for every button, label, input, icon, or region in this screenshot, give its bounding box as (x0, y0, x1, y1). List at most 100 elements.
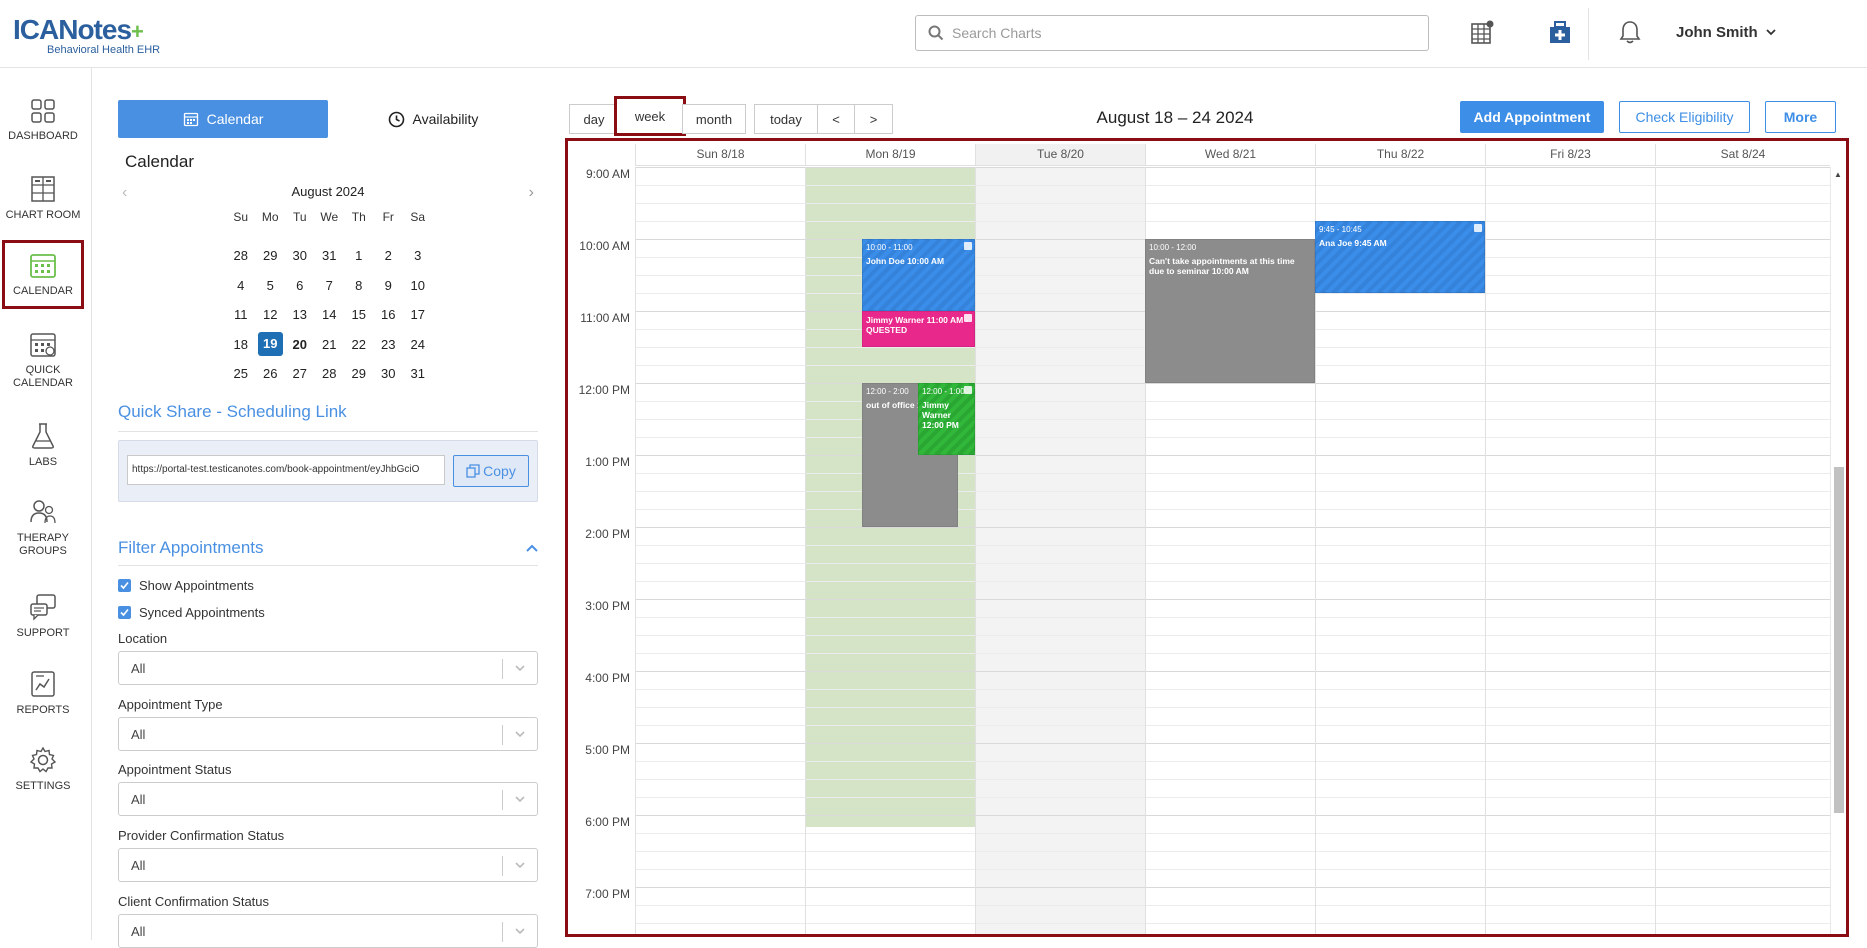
appointment-status-label: Appointment Status (118, 762, 232, 777)
mini-day[interactable]: 31 (315, 248, 345, 263)
mini-day[interactable]: 2 (374, 248, 404, 263)
mini-day[interactable]: 20 (285, 337, 315, 352)
calendar-scrollbar[interactable]: ▲ (1830, 167, 1846, 934)
mini-month-label: August 2024 (291, 184, 365, 199)
mini-day[interactable]: 14 (315, 307, 345, 322)
tab-availability[interactable]: Availability (328, 100, 538, 138)
mini-day[interactable]: 16 (374, 307, 404, 322)
mini-day[interactable]: 31 (403, 366, 433, 381)
mini-day[interactable]: 30 (285, 248, 315, 263)
mini-day[interactable]: 6 (285, 278, 315, 293)
nav-chart-room[interactable]: CHART ROOM (0, 175, 86, 222)
mini-day[interactable]: 10 (403, 278, 433, 293)
mini-day[interactable]: 15 (344, 307, 374, 322)
mini-day[interactable]: 3 (403, 248, 433, 263)
show-appointments-checkbox[interactable]: Show Appointments (118, 578, 254, 593)
user-menu[interactable]: John Smith (1676, 24, 1776, 41)
view-month-button[interactable]: month (682, 104, 746, 134)
checkbox-checked-icon[interactable] (118, 606, 131, 619)
mini-next-icon[interactable]: › (529, 184, 534, 202)
nav-quick-calendar[interactable]: QUICK CALENDAR (0, 330, 86, 390)
mini-day[interactable]: 21 (315, 337, 345, 352)
mini-day[interactable]: 27 (285, 366, 315, 381)
mini-prev-icon[interactable]: ‹ (122, 184, 127, 202)
mini-day[interactable]: 25 (226, 366, 256, 381)
day-header-thu[interactable]: Thu 8/22 (1315, 144, 1485, 166)
appointment-jimmy-warner[interactable]: 12:00 - 1:00 Jimmy Warner 12:00 PM (918, 383, 975, 455)
event-seminar-block[interactable]: 10:00 - 12:00 Can't take appointments at… (1145, 239, 1315, 383)
appointment-ana-joe[interactable]: 9:45 - 10:45 Ana Joe 9:45 AM (1315, 221, 1485, 293)
mini-day[interactable]: 8 (344, 278, 374, 293)
mini-day[interactable]: 29 (344, 366, 374, 381)
mini-day[interactable]: 17 (403, 307, 433, 322)
synced-appointments-checkbox[interactable]: Synced Appointments (118, 605, 265, 620)
view-day-button[interactable]: day (569, 104, 619, 134)
scroll-up-icon[interactable]: ▲ (1834, 170, 1842, 179)
scrollbar-thumb[interactable] (1834, 467, 1844, 813)
mini-day[interactable]: 30 (374, 366, 404, 381)
bell-icon[interactable] (1616, 18, 1644, 46)
add-appointment-button[interactable]: Add Appointment (1460, 101, 1604, 133)
week-grid-body[interactable]: 9:00 AM 10:00 AM 11:00 AM 12:00 PM 1:00 … (568, 167, 1830, 934)
location-select[interactable]: All (118, 651, 538, 685)
share-link-field[interactable]: https://portal-test.testicanotes.com/boo… (127, 455, 445, 485)
chart-room-alert-icon[interactable] (1468, 18, 1496, 46)
nav-dashboard[interactable]: DASHBOARD (0, 98, 86, 143)
today-button[interactable]: today (754, 104, 818, 134)
filter-appointments-header[interactable]: Filter Appointments (118, 538, 538, 558)
day-header-sat[interactable]: Sat 8/24 (1655, 144, 1830, 166)
nav-support[interactable]: SUPPORT (0, 593, 86, 640)
mini-day[interactable]: 5 (256, 278, 286, 293)
mini-day[interactable]: 18 (226, 337, 256, 352)
appointment-type-select[interactable]: All (118, 717, 538, 751)
tab-calendar[interactable]: Calendar (118, 100, 328, 138)
medical-kit-icon[interactable] (1546, 18, 1574, 46)
chevron-up-icon[interactable] (526, 544, 538, 552)
mini-dow: Fr (382, 210, 394, 224)
mini-day[interactable]: 12 (256, 307, 286, 322)
day-header-fri[interactable]: Fri 8/23 (1485, 144, 1655, 166)
appointment-jimmy-warner-requested[interactable]: Jimmy Warner 11:00 AM - QUESTED (862, 311, 975, 347)
mini-day[interactable]: 28 (226, 248, 256, 263)
copy-button[interactable]: Copy (453, 455, 529, 487)
mini-day-today[interactable]: 19 (257, 332, 283, 357)
logo[interactable]: ICANotes+ Behavioral Health EHR (13, 16, 160, 57)
nav-label: QUICK CALENDAR (13, 364, 73, 389)
appointment-john-doe[interactable]: 10:00 - 11:00 John Doe 10:00 AM (862, 239, 975, 311)
mini-day[interactable]: 29 (256, 248, 286, 263)
mini-day[interactable]: 26 (256, 366, 286, 381)
slot-line (635, 437, 1830, 438)
nav-labs[interactable]: LABS (0, 422, 86, 469)
nav-settings[interactable]: SETTINGS (0, 746, 86, 793)
next-week-button[interactable]: > (854, 104, 893, 134)
mini-day[interactable]: 22 (344, 337, 374, 352)
day-header-mon[interactable]: Mon 8/19 (805, 144, 975, 166)
day-header-tue[interactable]: Tue 8/20 (975, 144, 1145, 166)
mini-day[interactable]: 11 (226, 307, 256, 322)
prev-week-button[interactable]: < (817, 104, 855, 134)
search-input[interactable] (952, 25, 1392, 41)
view-week-button[interactable]: week (614, 96, 686, 136)
check-eligibility-button[interactable]: Check Eligibility (1619, 101, 1750, 133)
mini-day[interactable]: 7 (315, 278, 345, 293)
mini-day[interactable]: 4 (226, 278, 256, 293)
nav-therapy-groups[interactable]: THERAPY GROUPS (0, 498, 86, 558)
provider-confirmation-select[interactable]: All (118, 848, 538, 882)
mini-day[interactable]: 24 (403, 337, 433, 352)
client-confirmation-select[interactable]: All (118, 914, 538, 948)
calendar-heading: Calendar (125, 152, 194, 171)
checkbox-checked-icon[interactable] (118, 579, 131, 592)
day-header-wed[interactable]: Wed 8/21 (1145, 144, 1315, 166)
appointment-status-select[interactable]: All (118, 782, 538, 816)
search-box[interactable] (915, 15, 1429, 51)
mini-day[interactable]: 9 (374, 278, 404, 293)
day-header-sun[interactable]: Sun 8/18 (635, 144, 805, 166)
column-divider (1655, 167, 1656, 934)
nav-reports[interactable]: REPORTS (0, 670, 86, 717)
mini-day[interactable]: 23 (374, 337, 404, 352)
mini-day[interactable]: 13 (285, 307, 315, 322)
mini-day[interactable]: 28 (315, 366, 345, 381)
more-button[interactable]: More (1765, 101, 1836, 133)
nav-calendar[interactable]: CALENDAR (2, 240, 84, 309)
mini-day[interactable]: 1 (344, 248, 374, 263)
